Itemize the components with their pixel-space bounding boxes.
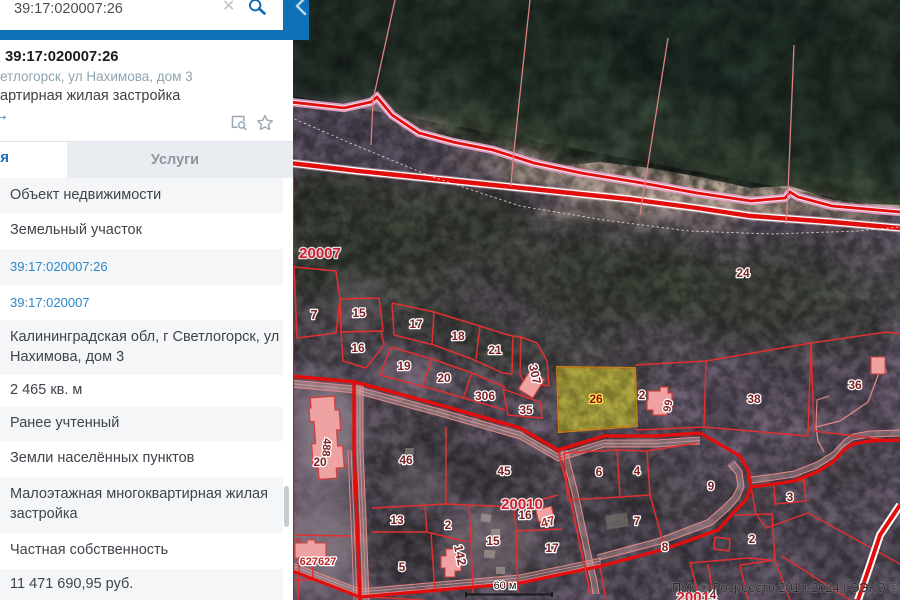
svg-text:19: 19 xyxy=(397,359,411,373)
svg-text:17: 17 xyxy=(545,541,559,555)
svg-text:16: 16 xyxy=(351,341,365,355)
svg-text:2: 2 xyxy=(639,388,646,402)
svg-text:38: 38 xyxy=(747,392,761,406)
svg-text:9: 9 xyxy=(708,479,715,493)
svg-text:306: 306 xyxy=(475,389,495,403)
svg-text:3: 3 xyxy=(787,490,794,504)
svg-text:6: 6 xyxy=(596,465,603,479)
svg-text:35: 35 xyxy=(519,403,533,417)
svg-text:60 м: 60 м xyxy=(494,580,517,592)
svg-text:2: 2 xyxy=(445,518,452,532)
svg-text:5: 5 xyxy=(399,560,406,574)
svg-text:15: 15 xyxy=(486,534,500,548)
svg-text:7: 7 xyxy=(310,307,317,322)
svg-text:21: 21 xyxy=(488,343,502,357)
svg-text:20: 20 xyxy=(313,455,327,469)
svg-text:20010: 20010 xyxy=(501,496,543,513)
svg-text:26: 26 xyxy=(589,392,603,406)
svg-text:36: 36 xyxy=(848,378,862,392)
svg-text:13: 13 xyxy=(390,513,404,527)
svg-text:18: 18 xyxy=(451,329,465,343)
svg-text:4: 4 xyxy=(634,464,641,478)
svg-text:627627: 627627 xyxy=(300,556,337,568)
svg-text:2: 2 xyxy=(749,532,756,546)
svg-text:20007: 20007 xyxy=(299,245,341,262)
svg-text:7: 7 xyxy=(634,514,641,528)
svg-text:ПКК © Росреестр 2010-2024 | ЭЭ: ПКК © Росреестр 2010-2024 | ЭЭКО © Росре… xyxy=(672,580,900,595)
svg-text:15: 15 xyxy=(352,306,366,320)
svg-text:20: 20 xyxy=(437,371,451,385)
svg-text:8: 8 xyxy=(662,540,669,554)
svg-text:45: 45 xyxy=(497,464,511,478)
svg-text:46: 46 xyxy=(399,453,413,467)
svg-text:66: 66 xyxy=(660,398,674,412)
svg-text:17: 17 xyxy=(409,317,423,331)
svg-text:24: 24 xyxy=(736,266,750,280)
